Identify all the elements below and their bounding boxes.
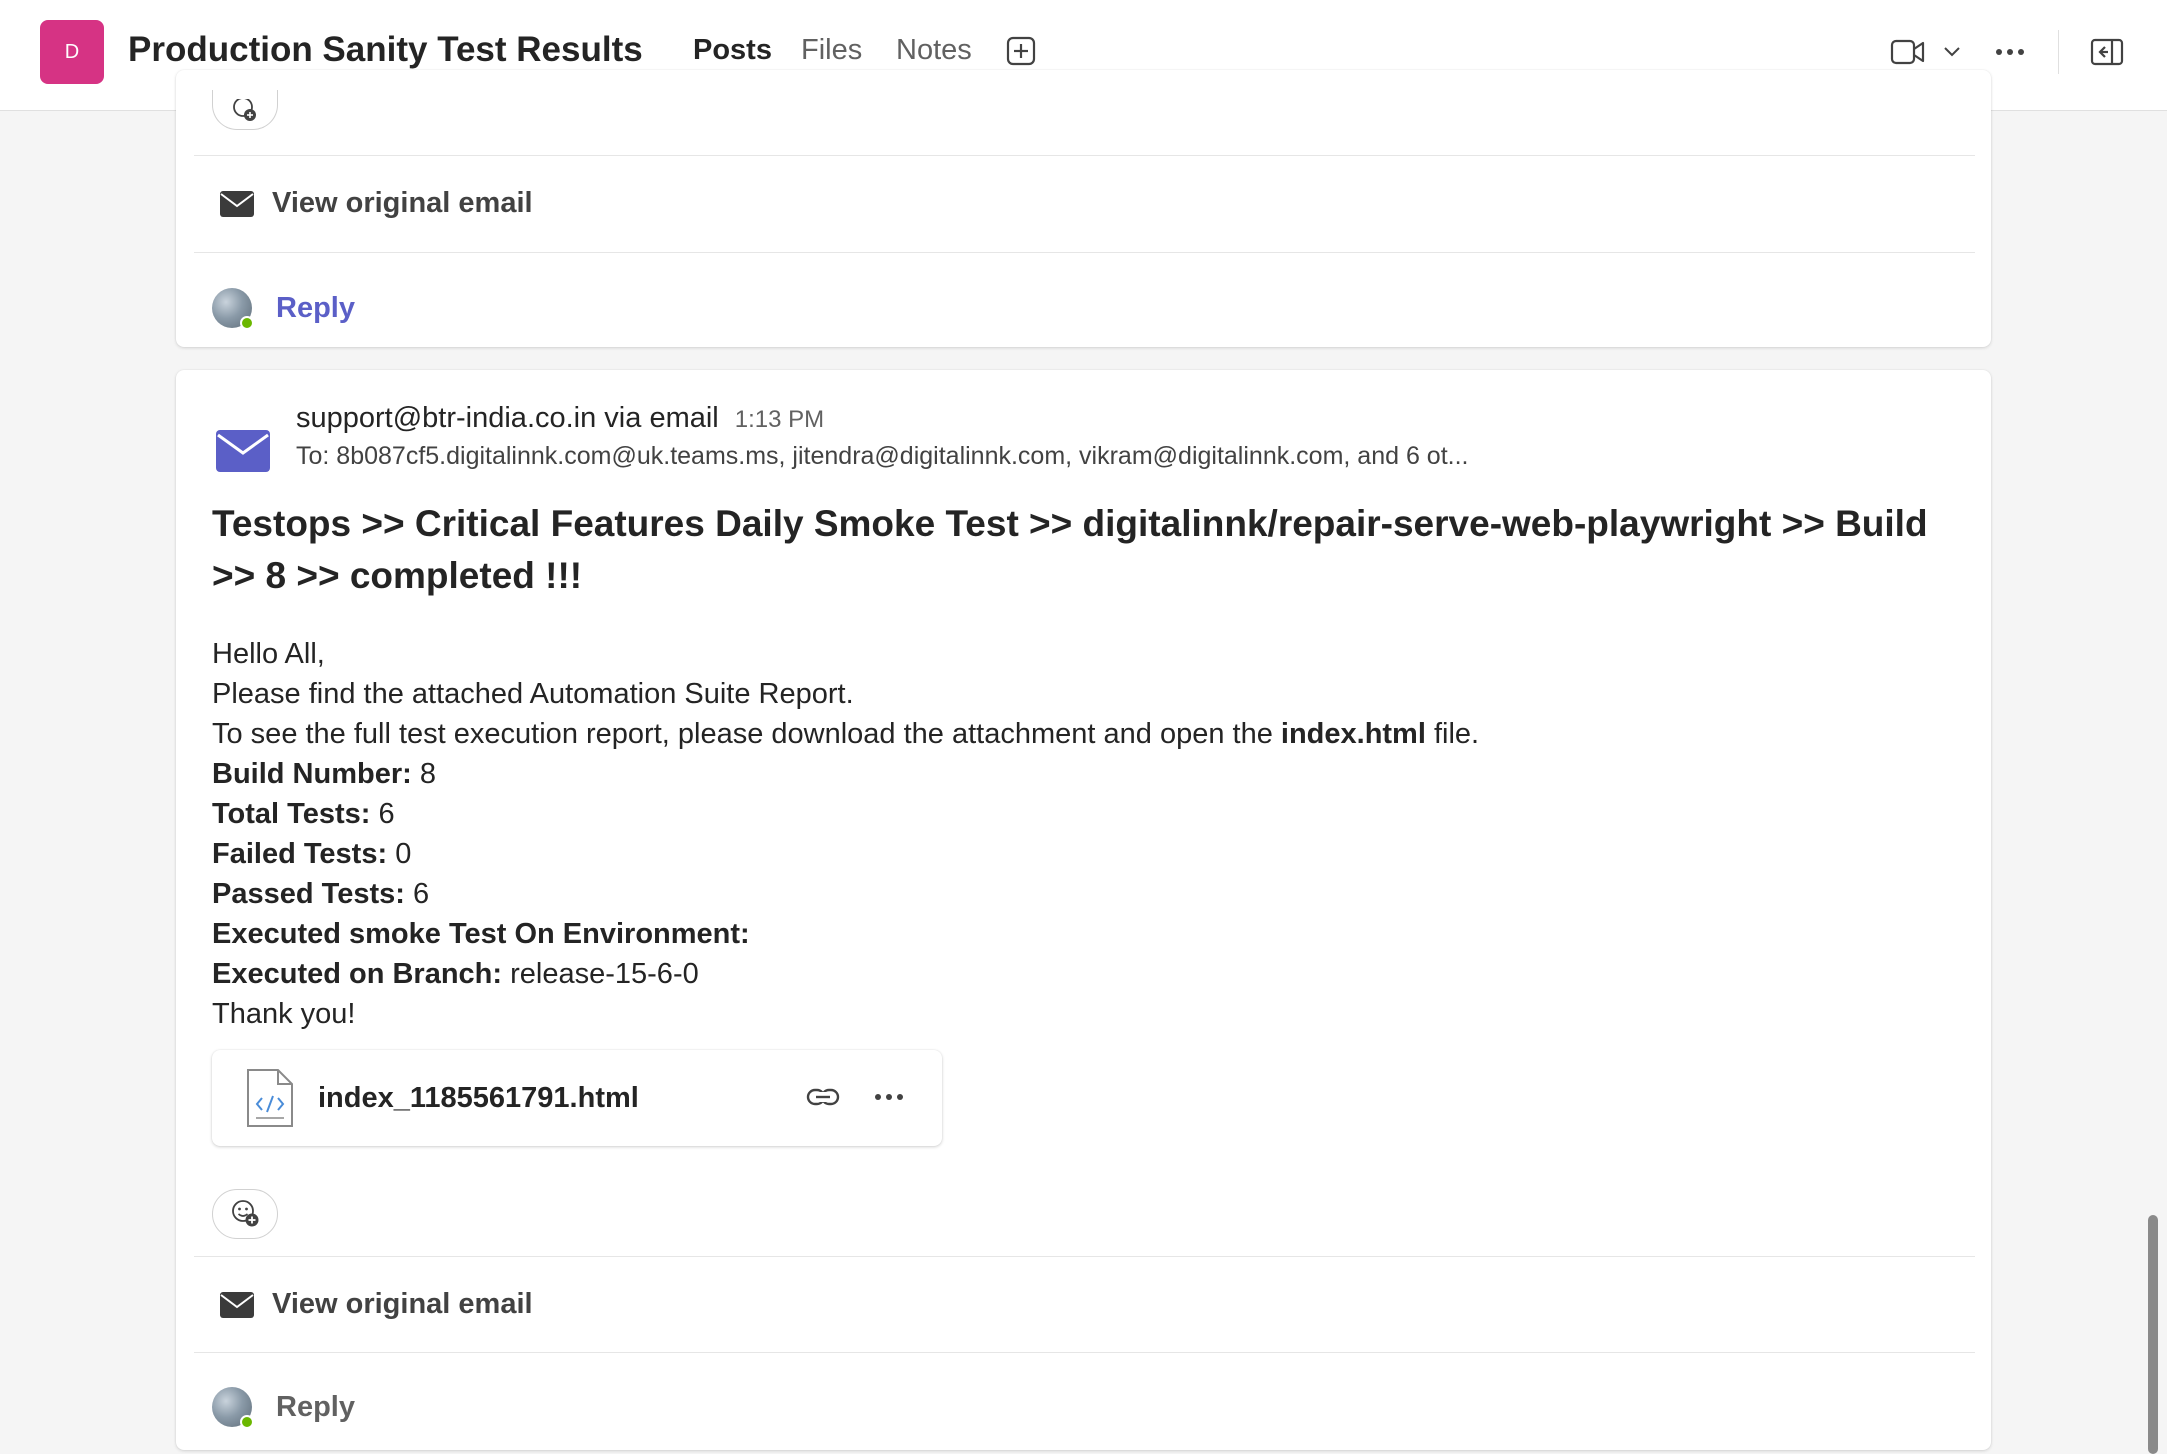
more-options-icon[interactable] [1994,46,2026,58]
add-reaction-button[interactable] [212,1189,278,1239]
divider [194,155,1975,156]
closing: Thank you! [212,998,356,1030]
build-number: Build Number: 8 [212,758,436,790]
reply-row[interactable]: Reply [212,1387,355,1429]
divider [194,1256,1975,1257]
add-tab-icon[interactable] [1006,36,1036,66]
tab-notes[interactable]: Notes [896,34,972,67]
view-original-email-button[interactable]: View original email [220,1288,533,1321]
chevron-down-icon[interactable] [1942,44,1962,58]
add-reaction-icon [232,1200,259,1227]
timestamp: 1:13 PM [734,406,825,433]
reply-button[interactable]: Reply [276,292,355,325]
user-avatar [212,1387,254,1429]
branch: Executed on Branch: release-15-6-0 [212,958,699,990]
envelope-icon [220,190,254,217]
failed-tests: Failed Tests: 0 [212,838,412,870]
sender-line: support@btr-india.co.in via email 1:13 PM [296,402,824,435]
channel-title: Production Sanity Test Results [128,30,643,69]
view-original-email-button[interactable]: View original email [220,187,533,220]
view-original-email-label: View original email [272,1288,533,1320]
recipients: To: 8b087cf5.digitalinnk.com@uk.teams.ms… [296,442,1469,470]
envelope-icon [220,1291,254,1318]
email-post-card: support@btr-india.co.in via email 1:13 PM… [176,370,1991,1450]
attachment-name[interactable]: index_1185561791.html [318,1082,639,1115]
email-body: Hello All, Please find the attached Auto… [212,634,1479,1034]
reply-button[interactable]: Reply [276,1391,355,1424]
view-original-email-label: View original email [272,187,533,219]
tab-posts[interactable]: Posts [693,34,772,67]
add-reaction-icon [233,98,256,121]
environment: Executed smoke Test On Environment: [212,918,750,950]
sender-name: support@btr-india.co.in via email [296,402,719,434]
attachment-more-icon[interactable] [874,1082,904,1112]
email-subject: Testops >> Critical Features Daily Smoke… [212,503,1928,596]
divider [194,252,1975,253]
tab-files[interactable]: Files [801,34,862,67]
reply-row[interactable]: Reply [212,288,355,330]
add-reaction-button[interactable] [212,90,278,130]
header-separator [2058,30,2059,74]
divider [194,1352,1975,1353]
html-file-icon [247,1069,293,1127]
greeting: Hello All, [212,638,325,670]
total-tests: Total Tests: 6 [212,798,395,830]
user-avatar [212,288,254,330]
body-line: Please find the attached Automation Suit… [212,678,854,710]
presence-available-icon [240,1415,254,1429]
link-icon[interactable] [806,1082,840,1112]
channel-avatar[interactable]: D [40,20,104,84]
presence-available-icon [240,316,254,330]
body-line: To see the full test execution report, p… [212,718,1480,750]
attachment-card[interactable]: index_1185561791.html [212,1050,942,1146]
email-sender-icon [216,430,270,472]
scrollbar-thumb[interactable] [2148,1215,2158,1454]
previous-post-card: View original email Reply [176,70,1991,347]
video-call-icon[interactable] [1890,38,1926,66]
open-pane-icon[interactable] [2090,38,2124,66]
passed-tests: Passed Tests: 6 [212,878,430,910]
